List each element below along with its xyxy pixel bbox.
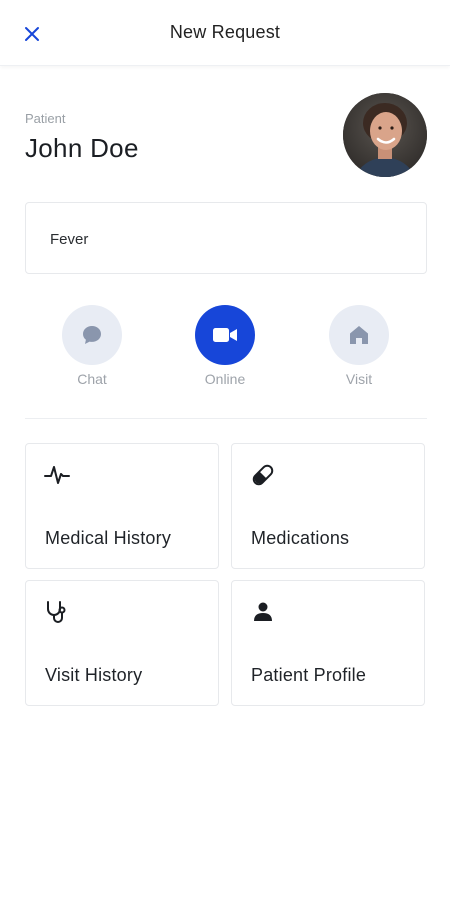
mode-online[interactable]: Online	[180, 305, 270, 387]
avatar-photo	[343, 93, 427, 177]
patient-name: John Doe	[25, 133, 139, 163]
patient-label: Patient	[25, 111, 66, 126]
person-icon	[254, 602, 272, 621]
card-medications-label: Medications	[251, 528, 350, 548]
top-bar: New Request	[0, 0, 450, 66]
page-title: New Request	[169, 22, 281, 42]
pill-icon	[252, 464, 274, 486]
chat-bubble-icon	[83, 326, 101, 344]
section-divider	[25, 418, 427, 419]
mode-online-label: Online	[204, 371, 246, 387]
patient-avatar[interactable]	[343, 93, 427, 177]
card-visit-history-label: Visit History	[45, 665, 143, 685]
new-request-screen: New Request Patient John Doe Fever Chat …	[0, 0, 450, 900]
card-medical-history[interactable]: Medical History	[25, 443, 219, 569]
pulse-icon	[44, 466, 70, 484]
mode-visit-label: Visit	[345, 371, 373, 387]
mode-online-circle	[195, 305, 255, 365]
card-visit-history[interactable]: Visit History	[25, 580, 219, 706]
card-patient-profile[interactable]: Patient Profile	[231, 580, 425, 706]
home-icon	[350, 326, 368, 344]
stethoscope-icon	[47, 601, 66, 623]
video-camera-icon	[213, 328, 237, 342]
mode-visit[interactable]: Visit	[314, 305, 404, 387]
card-medical-history-label: Medical History	[45, 528, 172, 548]
mode-visit-circle	[329, 305, 389, 365]
mode-chat[interactable]: Chat	[47, 305, 137, 387]
card-patient-profile-label: Patient Profile	[251, 665, 367, 685]
mode-chat-label: Chat	[77, 371, 107, 387]
mode-chat-circle	[62, 305, 122, 365]
card-medications[interactable]: Medications	[231, 443, 425, 569]
reason-field[interactable]: Fever	[25, 202, 427, 274]
